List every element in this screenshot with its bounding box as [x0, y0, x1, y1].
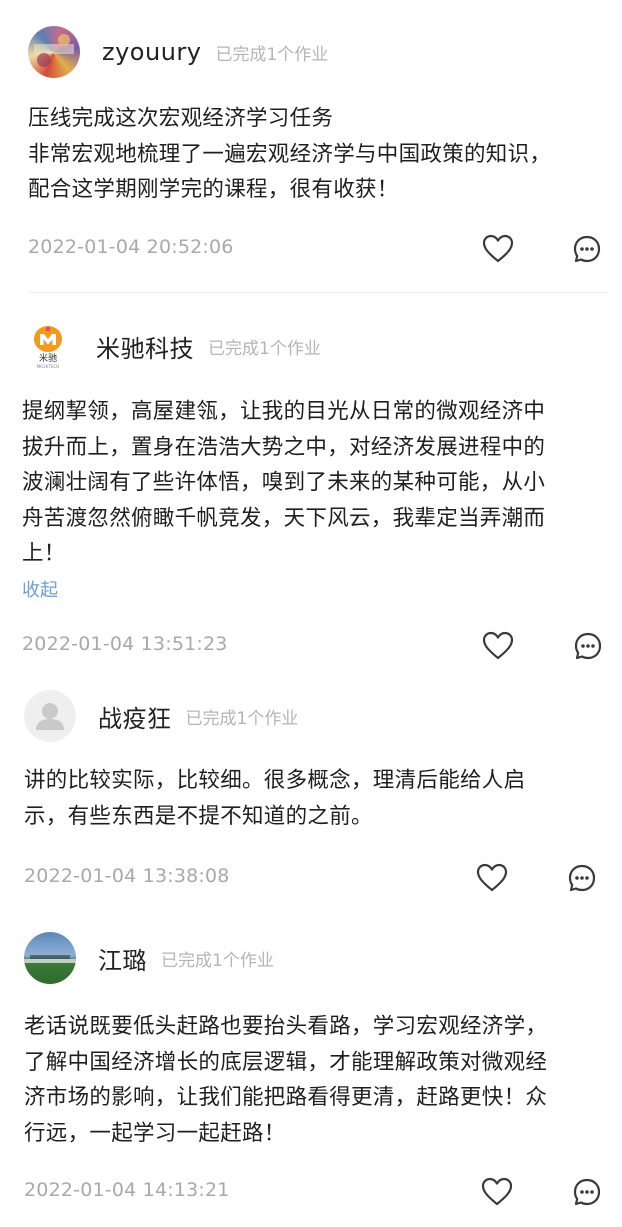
avatar-photo-icon	[34, 34, 74, 67]
status-badge: 已完成1个作业	[185, 708, 299, 729]
avatar[interactable]: 米驰 MICHITECH	[22, 320, 74, 372]
comment-text: 提纲挈领，高屋建瓴，让我的目光从日常的微观经济中 拔升而上，置身在浩浩大势之中，…	[22, 399, 546, 566]
landscape-photo-icon	[24, 955, 76, 963]
comment-header: 战疫狂 已完成1个作业	[24, 690, 298, 742]
timestamp: 2022-01-04 13:51:23	[22, 633, 228, 655]
comment-footer: 2022-01-04 13:51:23	[0, 626, 622, 666]
comment-card: zyouury 已完成1个作业 压线完成这次宏观经济学习任务 非常宏观地梳理了一…	[0, 0, 622, 292]
default-user-icon	[36, 703, 64, 730]
username[interactable]: 战疫狂	[98, 699, 172, 734]
comment-header: 米驰 MICHITECH 米驰科技 已完成1个作业	[22, 320, 321, 372]
comment-card: 战疫狂 已完成1个作业 讲的比较实际，比较细。很多概念，理清后能给人启 示，有些…	[0, 673, 622, 918]
comment-header: zyouury 已完成1个作业	[28, 26, 328, 78]
comment-footer: 2022-01-04 14:13:21	[0, 1172, 622, 1212]
comment-footer: 2022-01-04 20:52:06	[0, 229, 622, 269]
comment-card: 江璐 已完成1个作业 老话说既要低头赶路也要抬头看路，学习宏观经济学， 了解中国…	[0, 918, 622, 1227]
comment-header: 江璐 已完成1个作业	[24, 932, 274, 984]
username[interactable]: zyouury	[102, 38, 201, 66]
avatar[interactable]	[24, 690, 76, 742]
comment-bubble-icon[interactable]	[567, 229, 607, 269]
comment-feed: zyouury 已完成1个作业 压线完成这次宏观经济学习任务 非常宏观地梳理了一…	[0, 0, 622, 1227]
brand-logo-text: 米驰	[38, 353, 57, 364]
status-badge: 已完成1个作业	[161, 950, 274, 971]
comment-text: 老话说既要低头赶路也要抬头看路，学习宏观经济学， 了解中国经济增长的底层逻辑，才…	[24, 1014, 548, 1146]
username[interactable]: 江璐	[98, 941, 147, 976]
heart-icon[interactable]	[477, 1172, 517, 1212]
brand-logo-subtext: MICHITECH	[36, 363, 60, 369]
comment-bubble-icon[interactable]	[568, 626, 608, 666]
status-badge: 已完成1个作业	[208, 338, 321, 359]
comment-text: 压线完成这次宏观经济学习任务 非常宏观地梳理了一遍宏观经济学与中国政策的知识， …	[28, 106, 552, 202]
heart-icon[interactable]	[472, 858, 512, 898]
heart-icon[interactable]	[478, 229, 518, 269]
comment-text: 讲的比较实际，比较细。很多概念，理清后能给人启 示，有些东西是不提不知道的之前。	[24, 768, 526, 829]
comment-bubble-icon[interactable]	[567, 1172, 607, 1212]
timestamp: 2022-01-04 13:38:08	[24, 865, 230, 887]
brand-logo-icon	[34, 325, 62, 352]
username[interactable]: 米驰科技	[96, 329, 194, 364]
collapse-link[interactable]: 收起	[22, 576, 58, 602]
status-badge: 已完成1个作业	[215, 44, 329, 65]
avatar[interactable]	[28, 26, 80, 78]
timestamp: 2022-01-04 20:52:06	[28, 236, 234, 258]
heart-icon[interactable]	[478, 626, 518, 666]
comment-footer: 2022-01-04 13:38:08	[0, 858, 622, 898]
comment-bubble-icon[interactable]	[562, 858, 602, 898]
comment-card: 米驰 MICHITECH 米驰科技 已完成1个作业 提纲挈领，高屋建瓴，让我的目…	[0, 293, 622, 673]
timestamp: 2022-01-04 14:13:21	[24, 1179, 230, 1201]
avatar[interactable]	[24, 932, 76, 984]
